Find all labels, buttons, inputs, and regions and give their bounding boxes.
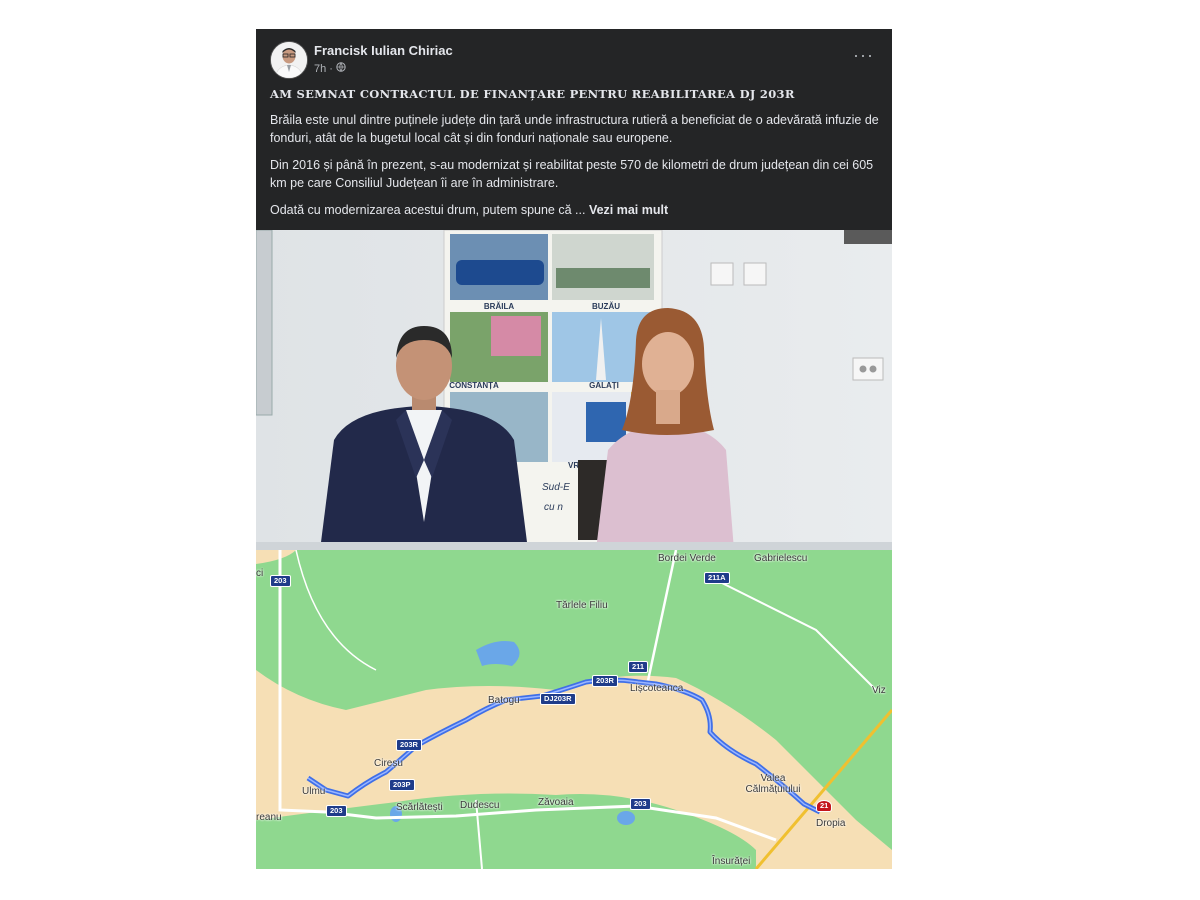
- map-place-label: Lișcoteanca: [630, 683, 684, 694]
- road-shield: 203: [630, 798, 651, 810]
- road-shield: 211A: [704, 572, 730, 584]
- road-shield: 21: [816, 800, 833, 812]
- facebook-post: Francisk Iulian Chiriac 7h · ··· AM SEMN…: [256, 29, 892, 869]
- map-place-label: Valea Călmățuiului: [745, 773, 801, 795]
- route-map[interactable]: Bordei Verde Gabrielescu Tărlele Filiu B…: [256, 550, 892, 869]
- post-headline: AM SEMNAT CONTRACTUL DE FINANȚARE PENTRU…: [270, 87, 795, 101]
- map-place-label: Dropia: [816, 818, 846, 829]
- map-place-label: Bordei Verde: [658, 553, 716, 564]
- poster-text: Sud-E: [542, 482, 570, 493]
- map-place-label: Cireșu: [374, 758, 403, 769]
- road-shield: 203: [326, 805, 347, 817]
- poster-caption: CONSTANȚA: [449, 381, 499, 390]
- post-paragraph: Din 2016 și până în prezent, s-au modern…: [270, 158, 874, 190]
- post-photo[interactable]: BRĂILA BUZĂU CONSTANȚA GALAȚI VRANCEA Su…: [256, 230, 892, 550]
- globe-icon: [336, 62, 346, 75]
- post-paragraph-text: Odată cu modernizarea acestui drum, pute…: [270, 203, 586, 217]
- see-more-link[interactable]: Vezi mai mult: [589, 203, 668, 217]
- poster-caption: BUZĂU: [592, 302, 620, 311]
- map-place-label: Viz: [872, 685, 886, 696]
- poster-caption: GALAȚI: [589, 381, 619, 390]
- more-options-button[interactable]: ···: [853, 45, 874, 66]
- post-paragraph: Brăila este unul dintre puținele județe …: [270, 113, 879, 145]
- map-place-label: Tărlele Filiu: [556, 600, 608, 611]
- poster-caption: BRĂILA: [484, 302, 514, 311]
- road-shield: 203P: [389, 779, 415, 791]
- map-place-label: Batogu: [488, 695, 520, 706]
- map-place-label: ci: [256, 568, 264, 579]
- post-paragraph-truncated: Odată cu modernizarea acestui drum, pute…: [270, 201, 880, 219]
- post-time[interactable]: 7h ·: [314, 63, 333, 75]
- map-place-label: Însurăței: [712, 856, 751, 867]
- post-header: Francisk Iulian Chiriac 7h · ··· AM SEMN…: [256, 29, 892, 230]
- post-meta: 7h ·: [314, 62, 346, 75]
- road-shield: DJ203R: [540, 693, 576, 705]
- author-name[interactable]: Francisk Iulian Chiriac: [314, 43, 453, 58]
- road-shield: 211: [628, 661, 649, 673]
- road-shield: 203R: [396, 739, 422, 751]
- author-avatar[interactable]: [270, 41, 308, 79]
- map-place-label: Dudescu: [460, 800, 500, 811]
- map-place-label: reanu: [256, 812, 282, 823]
- road-shield: 203: [270, 575, 291, 587]
- map-place-label: Ulmu: [302, 786, 326, 797]
- poster-text: cu n: [544, 502, 563, 513]
- map-place-label: Zăvoaia: [538, 797, 574, 808]
- map-place-label: Gabrielescu: [754, 553, 808, 564]
- road-shield: 203R: [592, 675, 618, 687]
- map-place-label: Scărlătești: [396, 802, 443, 813]
